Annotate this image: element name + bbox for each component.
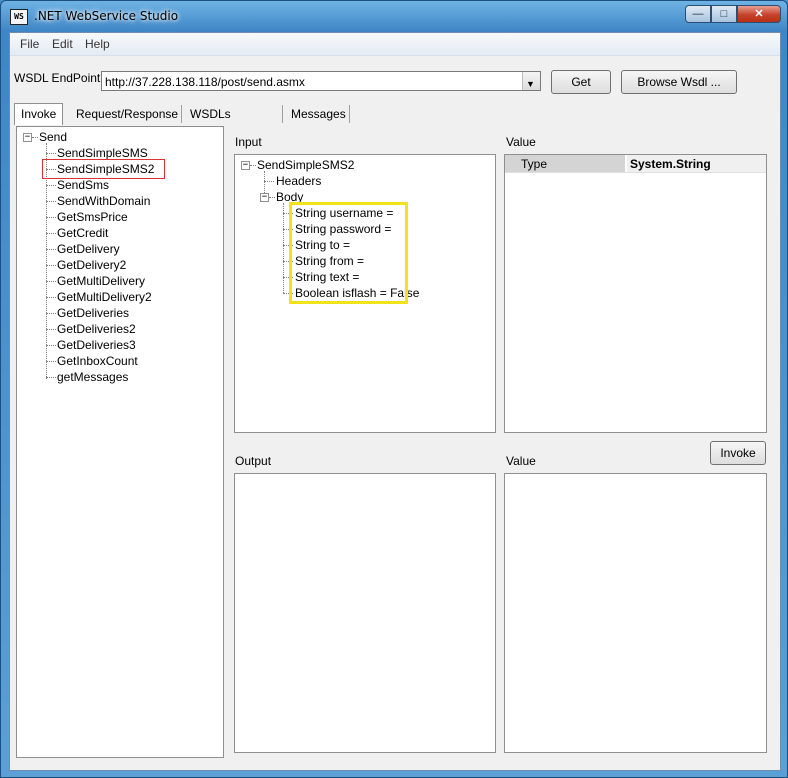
tree-method-item[interactable]: GetDeliveries (57, 306, 129, 320)
menu-help[interactable]: Help (85, 37, 110, 51)
tree-method-item[interactable]: GetInboxCount (57, 354, 138, 368)
tree-line (46, 153, 56, 154)
close-button[interactable]: ✕ (737, 5, 781, 23)
tree-line (46, 313, 56, 314)
tree-method-item[interactable]: GetDelivery (57, 242, 120, 256)
tab-request-response[interactable]: Request/Response (70, 105, 184, 123)
tree-line (250, 165, 256, 166)
tree-line (46, 185, 56, 186)
get-button[interactable]: Get (551, 70, 611, 94)
minimize-button[interactable]: — (685, 5, 711, 23)
tab-messages[interactable]: Messages (285, 105, 352, 123)
tree-method-item[interactable]: GetDelivery2 (57, 258, 126, 272)
params-highlight (289, 202, 408, 304)
invoke-button[interactable]: Invoke (710, 441, 766, 465)
maximize-button[interactable]: □ (711, 5, 737, 23)
menu-bar: File Edit Help (10, 33, 780, 56)
output-value-label: Value (506, 454, 536, 468)
tree-line (283, 203, 284, 293)
input-root[interactable]: SendSimpleSMS2 (257, 158, 354, 172)
tree-method-item[interactable]: SendSms (57, 178, 109, 192)
tab-separator (349, 105, 350, 123)
wsdl-endpoint-combo[interactable]: http://37.228.138.118/post/send.asmx ▼ (101, 71, 541, 91)
browse-wsdl-button[interactable]: Browse Wsdl ... (621, 70, 737, 94)
tree-root-send[interactable]: Send (39, 130, 67, 144)
menu-file[interactable]: File (20, 37, 39, 51)
tree-line (46, 201, 56, 202)
input-tree[interactable]: − SendSimpleSMS2 Headers − Body String u… (234, 154, 496, 433)
property-name-cell: Type (505, 155, 625, 172)
tab-separator (181, 105, 182, 123)
tree-line (46, 329, 56, 330)
property-value-cell[interactable]: System.String (627, 155, 766, 172)
tree-line (46, 217, 56, 218)
input-property-grid[interactable]: Type System.String (504, 154, 767, 433)
tree-line (46, 281, 56, 282)
combo-dropdown-button[interactable]: ▼ (522, 72, 540, 90)
tree-line (46, 377, 56, 378)
tree-method-item[interactable]: GetDeliveries3 (57, 338, 136, 352)
output-label: Output (235, 454, 272, 468)
tree-method-item[interactable]: GetCredit (57, 226, 108, 240)
tree-method-item[interactable]: GetMultiDelivery (57, 274, 145, 288)
tree-method-item[interactable]: GetDeliveries2 (57, 322, 136, 336)
tree-line (46, 265, 56, 266)
tree-line (46, 233, 56, 234)
close-icon: ✕ (754, 8, 764, 20)
tree-method-item[interactable]: SendSimpleSMS (57, 146, 148, 160)
wsdl-endpoint-value: http://37.228.138.118/post/send.asmx (105, 75, 305, 89)
selected-method-highlight (42, 159, 165, 179)
maximize-icon: □ (720, 8, 728, 20)
tree-method-item[interactable]: GetMultiDelivery2 (57, 290, 152, 304)
tree-method-item[interactable]: SendWithDomain (57, 194, 150, 208)
tree-method-item[interactable]: getMessages (57, 370, 128, 384)
collapse-icon[interactable]: − (260, 193, 269, 202)
app-window: WS .NET WebService Studio — □ ✕ File Edi… (0, 0, 788, 778)
tree-line (46, 297, 56, 298)
tree-line (46, 249, 56, 250)
input-label: Input (235, 135, 262, 149)
minimize-icon: — (692, 8, 704, 20)
client-area: File Edit Help WSDL EndPoint http://37.2… (9, 32, 781, 771)
tree-line (32, 137, 38, 138)
tab-wsdls-proxy[interactable]: WSDLs & Proxy (184, 105, 237, 157)
input-headers-node[interactable]: Headers (276, 174, 321, 188)
wsdl-endpoint-label: WSDL EndPoint (14, 71, 101, 85)
methods-tree[interactable]: − Send SendSimpleSMS SendSimpleSMS2 SendSm… (16, 126, 224, 758)
property-row[interactable]: Type System.String (505, 155, 766, 173)
output-tree[interactable] (234, 473, 496, 753)
output-property-grid[interactable] (504, 473, 767, 753)
title-bar[interactable]: WS .NET WebService Studio — □ ✕ (1, 1, 787, 31)
collapse-icon[interactable]: − (23, 133, 32, 142)
tab-invoke[interactable]: Invoke (14, 103, 64, 125)
tree-line (46, 345, 56, 346)
tab-separator (282, 105, 283, 123)
input-value-label: Value (506, 135, 536, 149)
chevron-down-icon: ▼ (526, 79, 535, 89)
collapse-icon[interactable]: − (241, 161, 250, 170)
window-title: .NET WebService Studio (34, 9, 179, 23)
property-name: Type (521, 157, 548, 171)
app-icon: WS (10, 9, 28, 25)
tree-line (264, 181, 274, 182)
tree-line (46, 361, 56, 362)
tree-method-item[interactable]: GetSmsPrice (57, 210, 128, 224)
property-value: System.String (630, 157, 711, 171)
menu-edit[interactable]: Edit (52, 37, 73, 51)
tree-line (269, 197, 275, 198)
